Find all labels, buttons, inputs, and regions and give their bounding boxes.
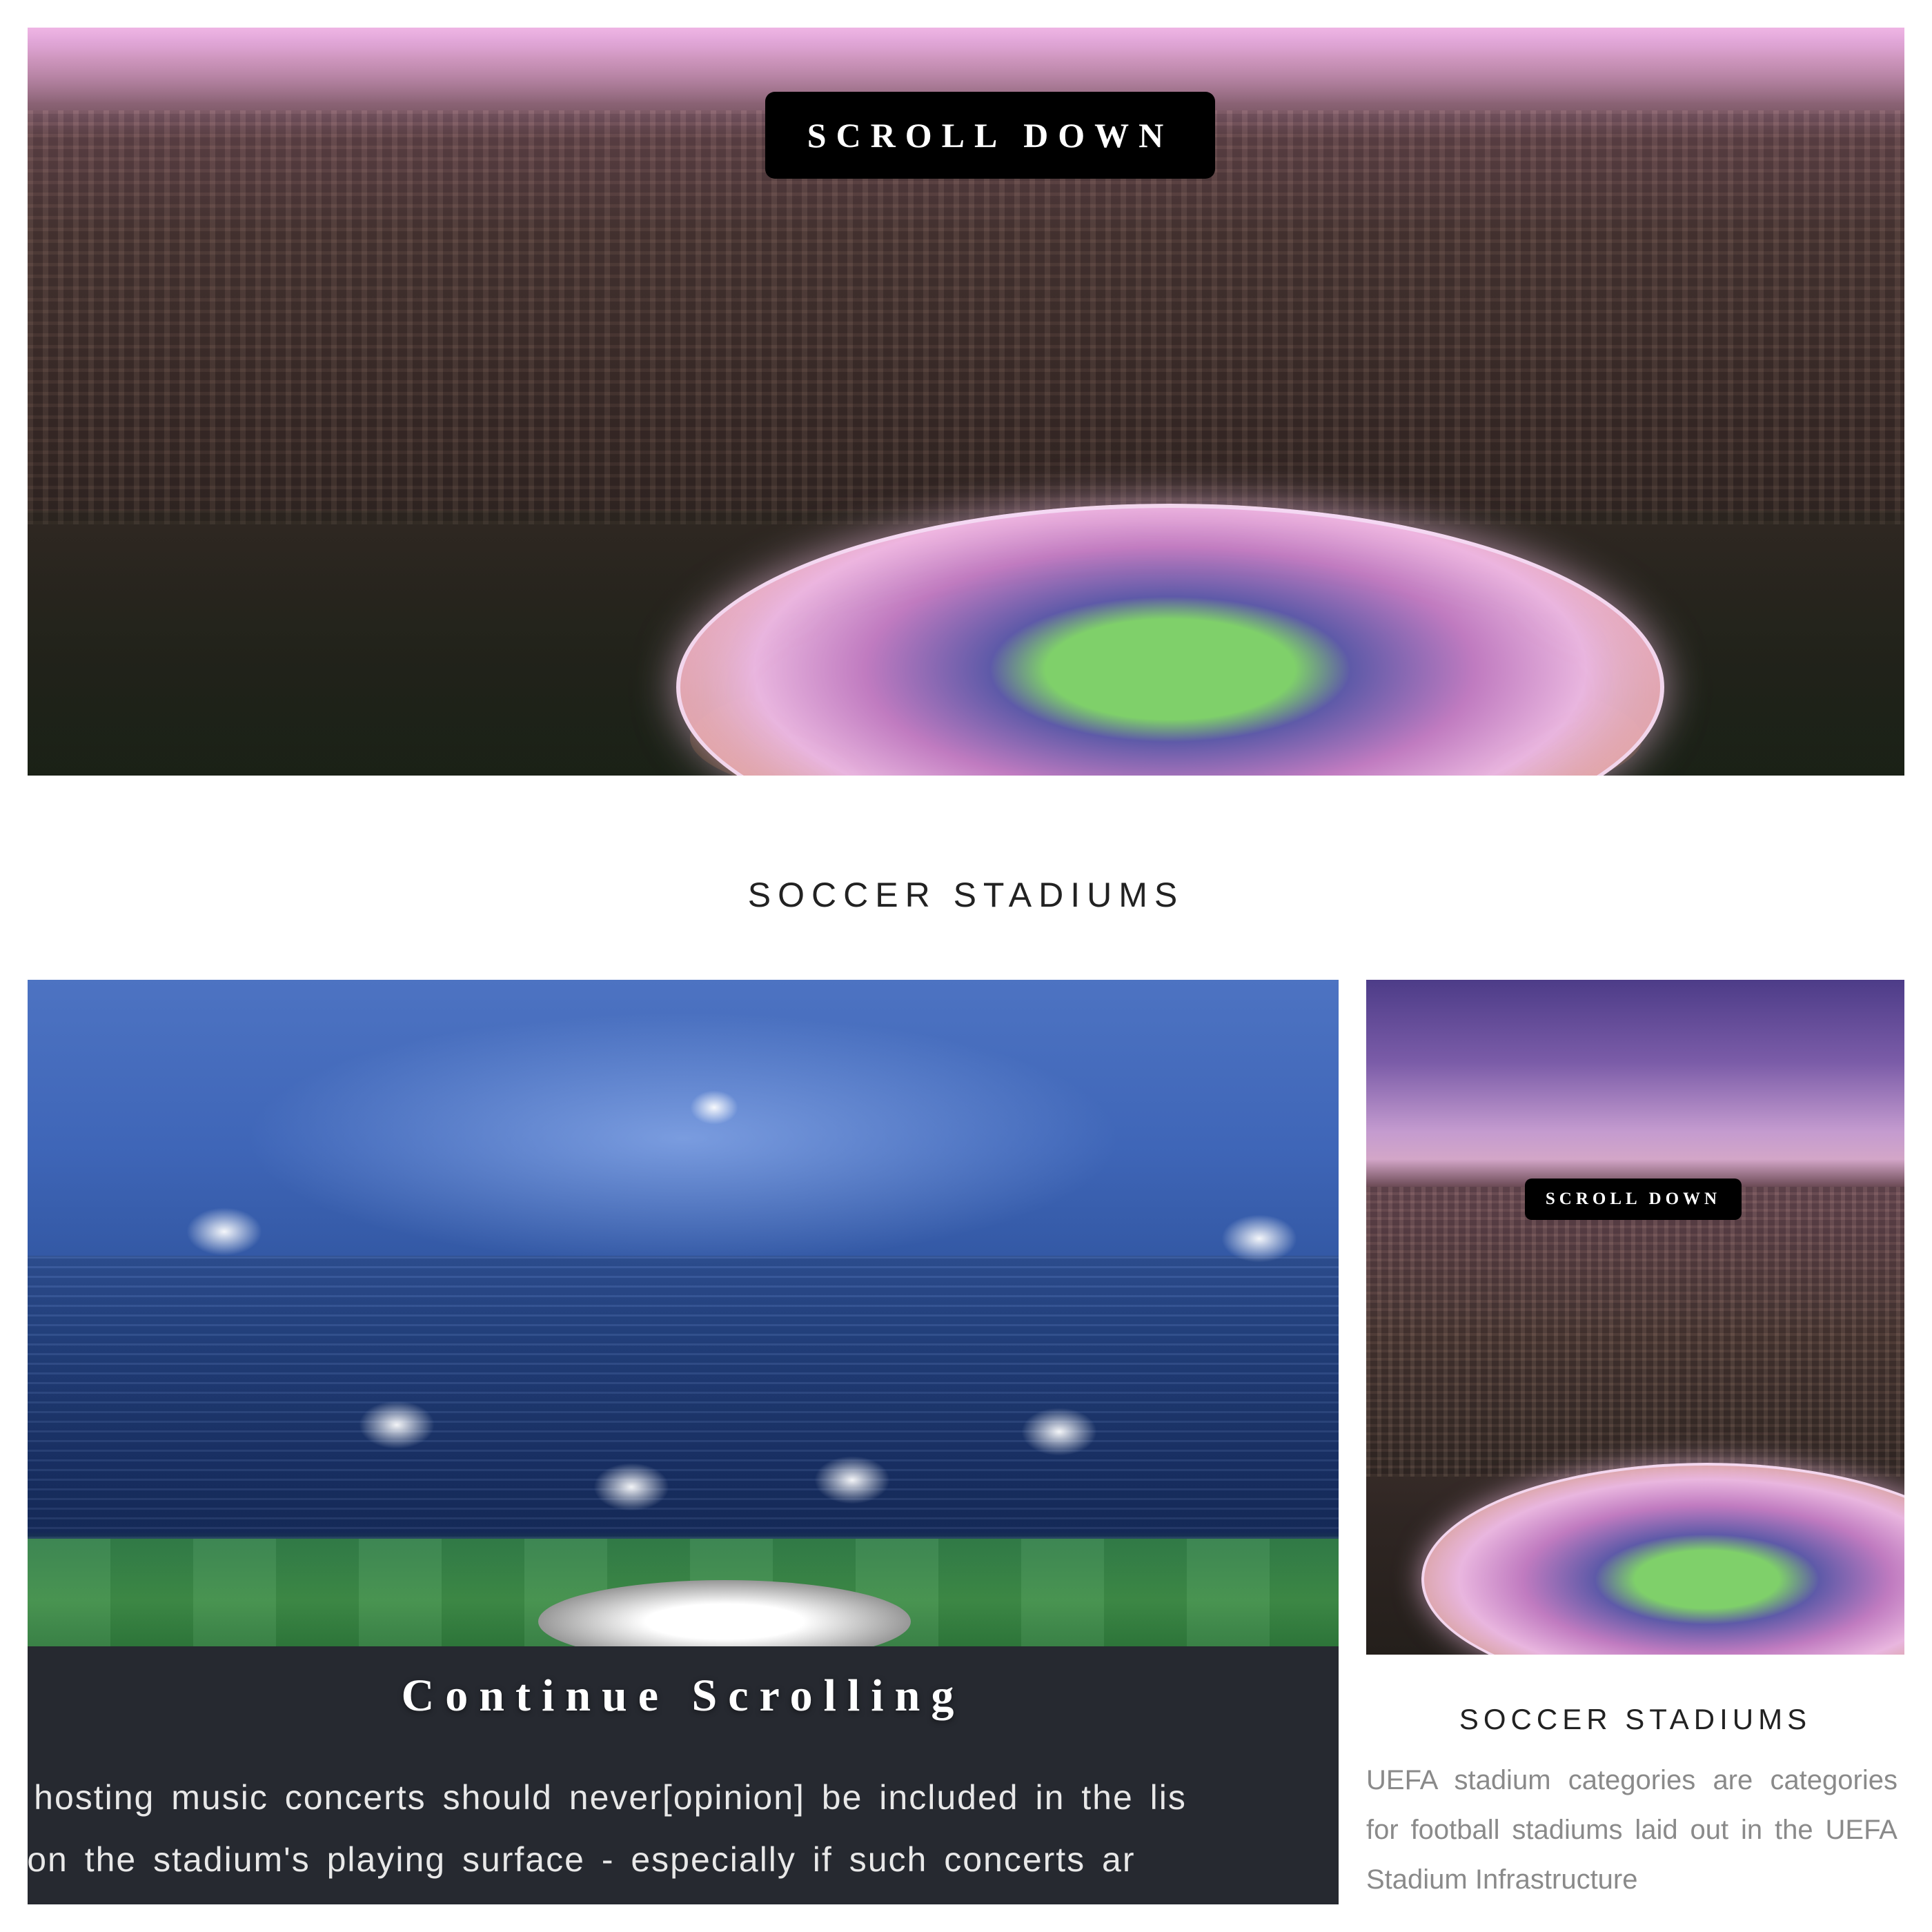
card-body-line: tand on the stadium's playing surface - … <box>28 1840 1136 1879</box>
card-description: UEFA stadium categories are categories f… <box>1366 1765 1897 1895</box>
card-body-text: s for hosting music concerts should neve… <box>28 1766 1339 1891</box>
section-title: SOCCER STADIUMS <box>747 876 1185 914</box>
scroll-down-button[interactable]: SCROLL DOWN <box>765 92 1215 179</box>
floodlight-icon <box>186 1208 262 1256</box>
side-card[interactable]: SCROLL DOWN SOCCER STADIUMS UEFA stadium… <box>1366 980 1904 1932</box>
stadium-thumbnail-image: SCROLL DOWN <box>1366 980 1904 1655</box>
floodlight-icon <box>1221 1214 1297 1263</box>
card-title: SOCCER STADIUMS <box>1459 1703 1812 1735</box>
scroll-down-button-small[interactable]: SCROLL DOWN <box>1525 1179 1742 1220</box>
continue-scrolling-text: Continue Scrolling <box>401 1670 965 1721</box>
floodlight-icon <box>1021 1408 1097 1456</box>
floodlight-icon <box>814 1456 890 1504</box>
champions-league-stadium-image <box>28 980 1339 1646</box>
city-skyline <box>1366 1187 1904 1477</box>
stadium-illustration <box>1421 1463 1904 1655</box>
card-body-line: s for hosting music concerts should neve… <box>28 1778 1187 1817</box>
stadium-stands <box>28 1256 1339 1539</box>
floodlight-icon <box>359 1401 435 1449</box>
hero-banner: SCROLL DOWN <box>28 28 1904 776</box>
floodlight-icon <box>690 1090 738 1125</box>
featured-card[interactable]: Continue Scrolling s for hosting music c… <box>28 980 1339 1904</box>
floodlight-icon <box>593 1463 669 1511</box>
